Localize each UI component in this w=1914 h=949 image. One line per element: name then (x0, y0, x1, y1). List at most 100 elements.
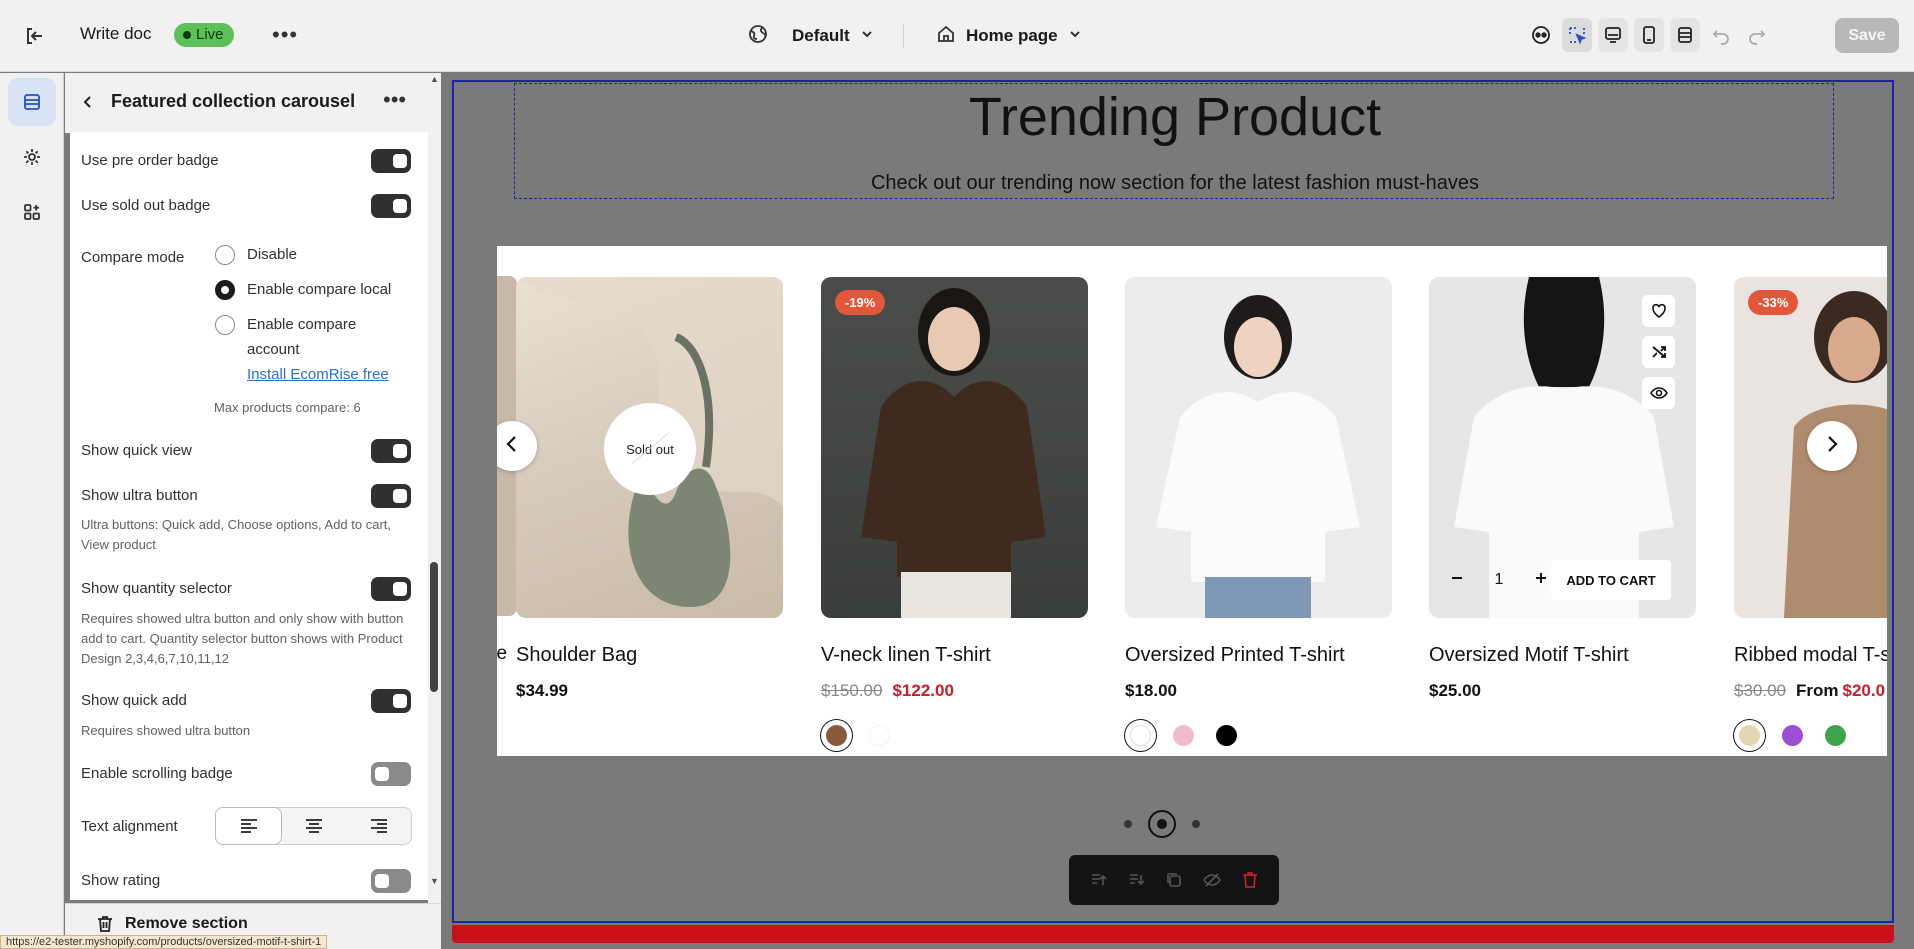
eye-icon[interactable] (1642, 377, 1675, 409)
back-arrow-icon[interactable] (79, 93, 97, 116)
pagination-dot-active[interactable] (1148, 810, 1176, 838)
more-menu-button[interactable]: ••• (272, 22, 298, 48)
inspector-icon[interactable] (1562, 18, 1592, 52)
quantity-selector-toggle[interactable] (371, 577, 411, 601)
heading-block[interactable]: Trending Product Check out our trending … (514, 83, 1834, 199)
compare-option-account[interactable]: Enable compare account (215, 312, 390, 362)
product-image[interactable]: Sold out (516, 277, 783, 618)
radio-button[interactable] (215, 245, 235, 265)
radio-button[interactable] (215, 315, 235, 335)
discount-badge: -33% (1748, 290, 1799, 315)
color-swatch[interactable] (1211, 720, 1242, 751)
product-card[interactable]: Oversized Printed T-shirt $18.00 (1125, 277, 1392, 746)
section-more-button[interactable]: ••• (383, 87, 406, 113)
product-name[interactable]: V-neck linen T-shirt (821, 644, 991, 667)
mobile-view-icon[interactable] (1634, 18, 1664, 52)
align-right-icon[interactable] (346, 808, 411, 844)
desktop-view-icon[interactable] (1598, 18, 1628, 52)
page-selector-label: Home page (966, 26, 1058, 45)
section-title: Featured collection carousel (111, 91, 356, 111)
fullscreen-view-icon[interactable] (1670, 18, 1700, 52)
align-left-icon[interactable] (216, 808, 281, 844)
product-image[interactable] (1125, 277, 1392, 618)
compare-price: $150.00 (821, 681, 883, 700)
quick-actions (1642, 295, 1675, 409)
product-name[interactable]: Oversized Motif T-shirt (1429, 644, 1629, 667)
move-up-icon[interactable] (1085, 867, 1111, 893)
heart-icon[interactable] (1642, 295, 1675, 327)
compare-price: $30.00 (1734, 681, 1786, 700)
move-down-icon[interactable] (1123, 867, 1149, 893)
color-swatch[interactable] (1777, 720, 1808, 751)
save-button[interactable]: Save (1835, 18, 1899, 53)
setting-label: Show quick view (81, 442, 192, 459)
product-image[interactable]: -19% (821, 277, 1088, 618)
product-price: $150.00 $122.00 (821, 681, 954, 701)
product-name[interactable]: Oversized Printed T-shirt (1125, 644, 1345, 667)
link-text[interactable]: Install EcomRise free (247, 366, 389, 383)
color-swatch[interactable] (864, 720, 895, 751)
product-price: $25.00 (1429, 681, 1481, 701)
color-swatch[interactable] (1820, 720, 1851, 751)
product-card[interactable]: Sold out Shoulder Bag $34.99 (516, 277, 783, 700)
scroll-up-arrow-icon[interactable]: ▲ (430, 74, 439, 84)
compare-option-disable[interactable]: Disable (215, 242, 415, 267)
delete-icon[interactable] (1237, 867, 1263, 893)
pagination-dot[interactable] (1192, 820, 1200, 828)
setting-sold-out-badge: Use sold out badge (81, 194, 411, 218)
radio-button[interactable] (215, 280, 235, 300)
quick-add-toggle[interactable] (371, 689, 411, 713)
sold-out-badge-toggle[interactable] (371, 194, 411, 218)
exit-icon[interactable] (22, 24, 46, 48)
color-swatch[interactable] (1168, 720, 1199, 751)
setting-pre-order-badge: Use pre order badge (81, 149, 411, 173)
product-card[interactable]: -19% V-neck linen T-shirt $150.00 $122.00 (821, 277, 1088, 746)
gear-icon[interactable] (8, 133, 56, 181)
chevron-left-icon (505, 435, 519, 458)
product-image[interactable]: 1 ADD TO CART (1429, 277, 1696, 618)
sidekick-icon[interactable] (1526, 18, 1556, 52)
carousel-next-button[interactable] (1807, 421, 1857, 471)
redo-icon[interactable] (1742, 18, 1772, 52)
add-to-cart-button[interactable]: ADD TO CART (1551, 560, 1671, 600)
color-swatch[interactable] (821, 720, 852, 751)
ultra-button-toggle[interactable] (371, 484, 411, 508)
undo-icon[interactable] (1706, 18, 1736, 52)
duplicate-icon[interactable] (1161, 867, 1187, 893)
product-name[interactable]: Ribbed modal T-s (1734, 644, 1887, 667)
discount-badge: -19% (835, 290, 886, 315)
scroll-down-arrow-icon[interactable]: ▼ (430, 876, 439, 886)
apps-icon[interactable] (8, 188, 56, 236)
pre-order-badge-toggle[interactable] (371, 149, 411, 173)
ultra-button-hint: Ultra buttons: Quick add, Choose options… (81, 517, 392, 552)
theme-selector[interactable]: Default (748, 22, 874, 50)
color-swatch[interactable] (1734, 720, 1765, 751)
panel-scrollbar[interactable] (430, 562, 438, 692)
setting-show-rating: Show rating (81, 869, 411, 893)
product-name[interactable]: Shoulder Bag (516, 644, 637, 667)
product-card[interactable]: 1 ADD TO CART Oversized Motif T-shirt $2… (1429, 277, 1696, 700)
view-toolbar (1526, 18, 1772, 52)
install-ecomrise-link[interactable]: Install EcomRise free (215, 362, 415, 387)
compare-option-local[interactable]: Enable compare local (215, 277, 415, 302)
carousel-pagination (1124, 810, 1200, 838)
compare-shuffle-icon[interactable] (1642, 336, 1675, 368)
section-heading: Trending Product (968, 87, 1382, 147)
pagination-dot[interactable] (1124, 820, 1132, 828)
section-settings: Use pre order badge Use sold out badge C… (70, 132, 428, 900)
align-center-icon[interactable] (281, 808, 346, 844)
compare-mode-label: Compare mode (81, 249, 185, 266)
sections-icon[interactable] (8, 78, 56, 126)
quick-view-toggle[interactable] (371, 439, 411, 463)
quantity-value[interactable]: 1 (1495, 571, 1504, 589)
show-rating-toggle[interactable] (371, 869, 411, 893)
plus-icon[interactable] (1535, 571, 1547, 589)
page-selector[interactable]: Home page (936, 22, 1082, 50)
scrolling-badge-toggle[interactable] (371, 762, 411, 786)
product-carousel: se Sold out Shoulder Bag $34.99 -19% V-n… (497, 246, 1887, 756)
hide-icon[interactable] (1199, 867, 1225, 893)
sale-price: $20.0 (1842, 681, 1886, 700)
color-swatch[interactable] (1125, 720, 1156, 751)
chevron-down-icon (1068, 26, 1082, 46)
minus-icon[interactable] (1451, 571, 1463, 589)
